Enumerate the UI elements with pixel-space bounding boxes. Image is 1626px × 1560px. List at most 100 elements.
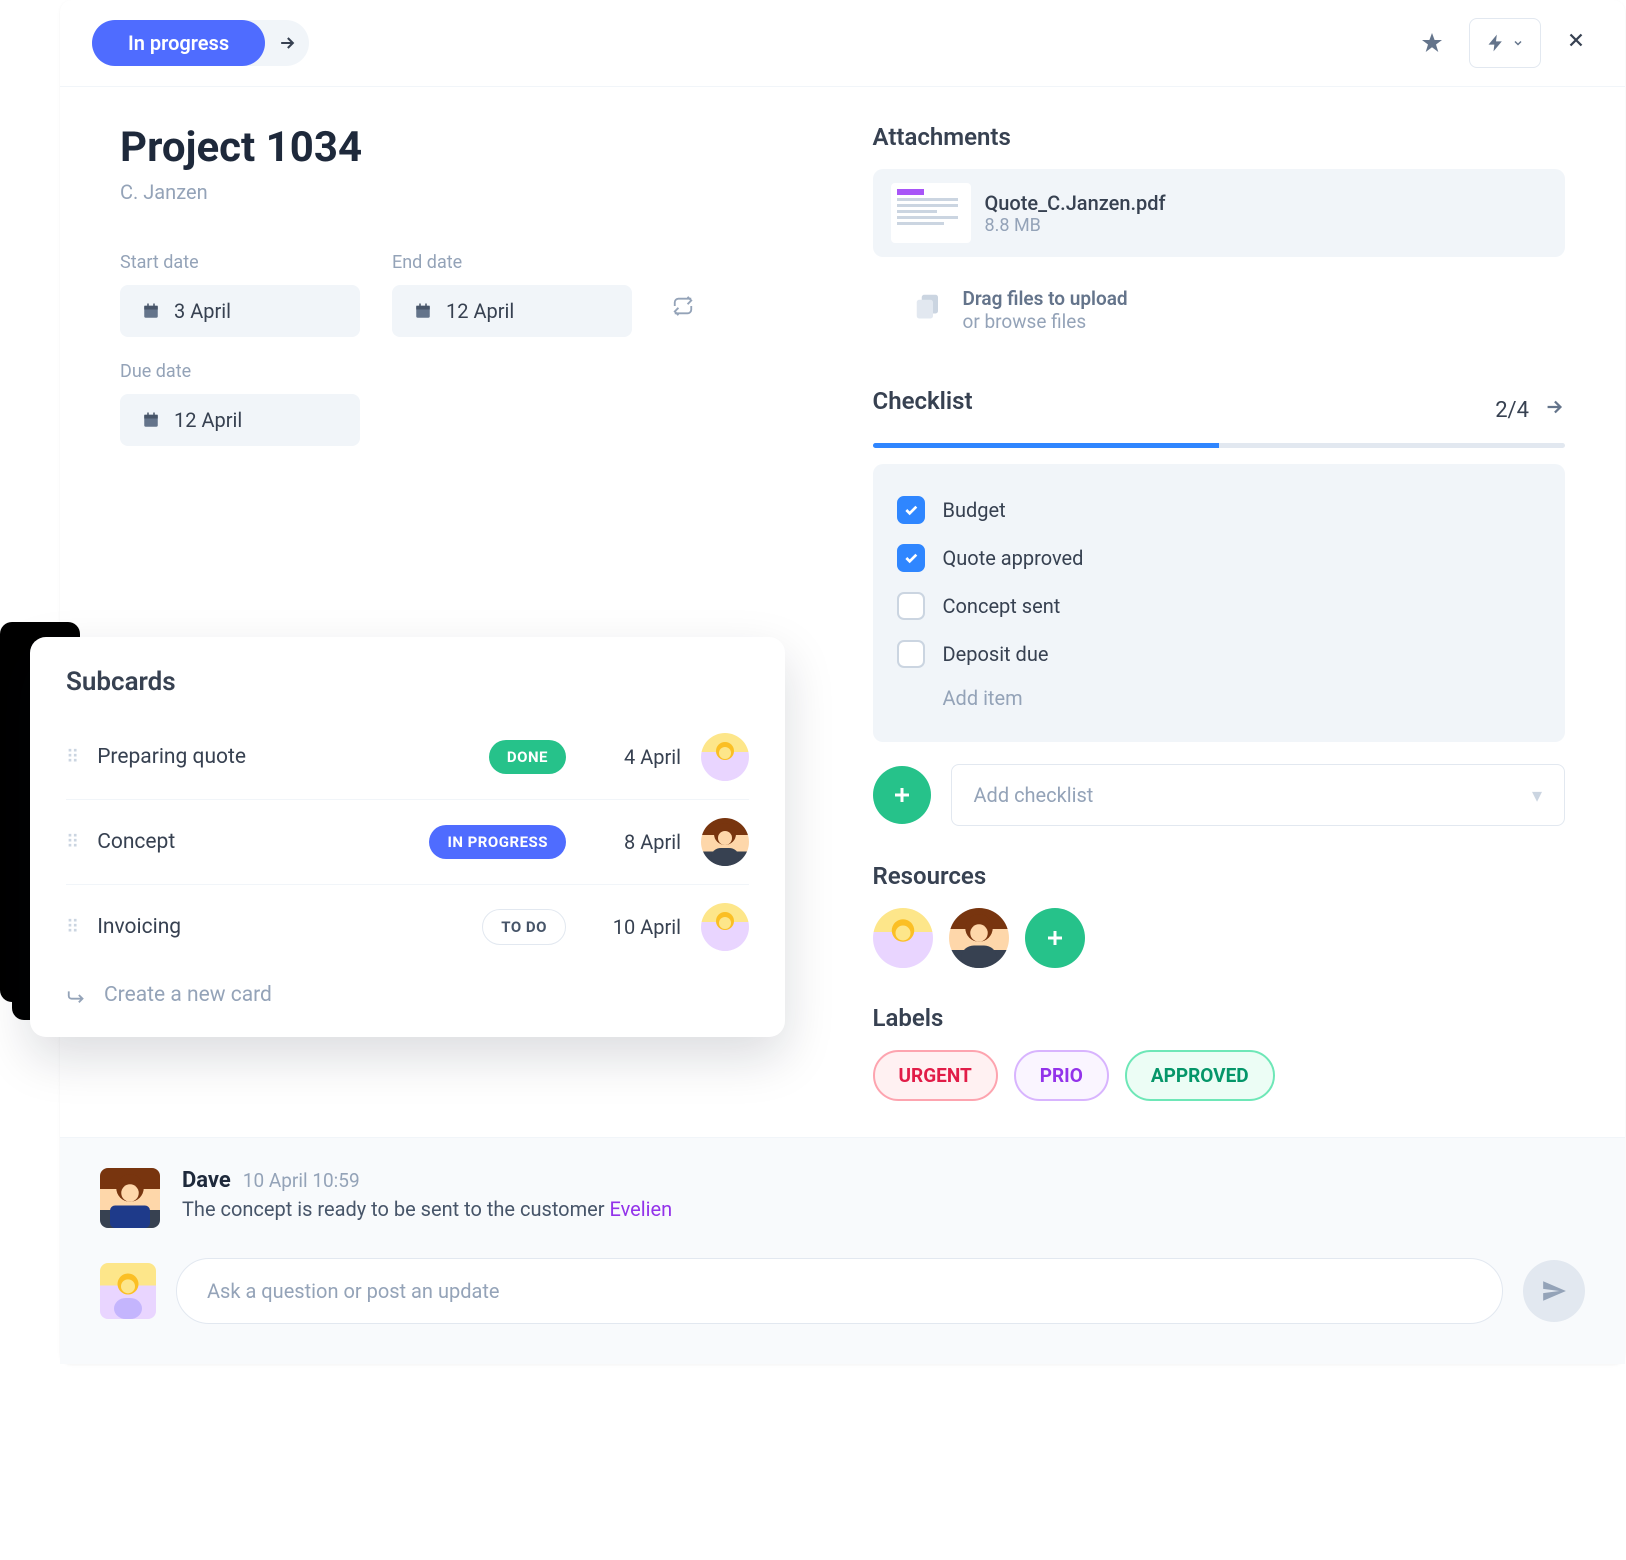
status-group: In progress [92, 20, 309, 66]
chevron-down-icon [1512, 37, 1524, 49]
checkbox[interactable] [897, 496, 925, 524]
label-chip[interactable]: APPROVED [1125, 1050, 1275, 1101]
due-date-label: Due date [120, 361, 783, 382]
comment-item: Dave 10 April 10:59 The concept is ready… [100, 1168, 1585, 1228]
resource-avatar[interactable] [873, 908, 933, 968]
checklist-section: Checklist 2/4 Budget Quote approved Conc… [873, 387, 1566, 826]
arrow-right-icon [1543, 396, 1565, 418]
comment-mention[interactable]: Evelien [609, 1197, 672, 1221]
send-icon [1541, 1278, 1567, 1304]
checklist-item[interactable]: Quote approved [897, 534, 1542, 582]
due-date-input[interactable]: 12 April [120, 394, 360, 446]
checklist-item-label: Concept sent [943, 594, 1061, 618]
status-badge[interactable]: In progress [92, 20, 265, 66]
subcard-date: 10 April [586, 915, 681, 939]
dropzone-line2: or browse files [963, 310, 1128, 333]
checklist-item-label: Deposit due [943, 642, 1049, 666]
checklist-item[interactable]: Budget [897, 486, 1542, 534]
card-header: In progress [60, 0, 1625, 87]
drag-handle-icon[interactable]: ⠿ [66, 747, 77, 768]
checklist-items: Budget Quote approved Concept sent Depos… [873, 464, 1566, 742]
attachment-size: 8.8 MB [985, 215, 1166, 236]
subcard-name: Concept [97, 830, 409, 854]
add-checklist-placeholder: Add checklist [974, 783, 1094, 807]
labels-title: Labels [873, 1004, 1566, 1032]
start-date-label: Start date [120, 252, 360, 273]
plus-icon [890, 783, 914, 807]
favorite-button[interactable] [1413, 24, 1451, 62]
subcards-panel: Subcards ⠿ Preparing quote DONE 4 April … [30, 637, 785, 1037]
drag-handle-icon[interactable]: ⠿ [66, 832, 77, 853]
add-checklist-button[interactable] [873, 766, 931, 824]
subcard-assignee-avatar[interactable] [701, 818, 749, 866]
attachment-thumb [891, 183, 971, 243]
label-chip[interactable]: PRIO [1014, 1050, 1109, 1101]
calendar-icon [414, 302, 432, 320]
create-subcard-button[interactable]: Create a new card [66, 969, 749, 1007]
subcard-date: 8 April [586, 830, 681, 854]
subcard-name: Invoicing [97, 915, 462, 939]
close-icon [1565, 29, 1587, 51]
dropzone-line1: Drag files to upload [963, 287, 1128, 310]
comment-time: 10 April 10:59 [243, 1169, 360, 1192]
project-owner: C. Janzen [120, 180, 783, 204]
subcard-assignee-avatar[interactable] [701, 733, 749, 781]
repeat-button[interactable] [672, 295, 694, 323]
checkbox[interactable] [897, 592, 925, 620]
subcard-row[interactable]: ⠿ Invoicing TO DO 10 April [66, 885, 749, 969]
star-icon [1420, 31, 1444, 55]
chevron-down-icon: ▾ [1532, 783, 1542, 807]
end-date-label: End date [392, 252, 632, 273]
subcard-status-badge: DONE [489, 740, 566, 774]
checklist-progress [873, 443, 1566, 448]
checklist-title: Checklist [873, 387, 973, 415]
labels-section: Labels URGENT PRIO APPROVED [873, 1004, 1566, 1101]
subcard-date: 4 April [586, 745, 681, 769]
checkbox[interactable] [897, 640, 925, 668]
upload-dropzone[interactable]: Drag files to upload or browse files [873, 273, 1566, 347]
comment-author: Dave [182, 1168, 231, 1193]
label-chip[interactable]: URGENT [873, 1050, 998, 1101]
subcard-status-badge: IN PROGRESS [429, 825, 566, 859]
subcard-row[interactable]: ⠿ Concept IN PROGRESS 8 April [66, 800, 749, 885]
repeat-icon [672, 295, 694, 317]
add-resource-button[interactable] [1025, 908, 1085, 968]
plus-icon [1043, 926, 1067, 950]
comments-section: Dave 10 April 10:59 The concept is ready… [60, 1137, 1625, 1364]
checklist-expand-button[interactable] [1543, 396, 1565, 424]
add-checklist-item[interactable]: Add item [897, 678, 1542, 720]
subcard-row[interactable]: ⠿ Preparing quote DONE 4 April [66, 715, 749, 800]
status-next-button[interactable] [265, 21, 309, 65]
calendar-icon [142, 411, 160, 429]
attachments-title: Attachments [873, 123, 1566, 151]
checkbox[interactable] [897, 544, 925, 572]
send-button[interactable] [1523, 1260, 1585, 1322]
subcard-name: Preparing quote [97, 745, 469, 769]
close-button[interactable] [1559, 22, 1593, 64]
checklist-item-label: Budget [943, 498, 1006, 522]
start-date-value: 3 April [174, 299, 231, 323]
comment-avatar [100, 1168, 160, 1228]
checklist-item[interactable]: Deposit due [897, 630, 1542, 678]
resource-avatar[interactable] [949, 908, 1009, 968]
compose-placeholder: Ask a question or post an update [207, 1279, 500, 1303]
project-card: In progress Project 1034 C. Janzen [60, 0, 1625, 1364]
end-date-input[interactable]: 12 April [392, 285, 632, 337]
add-checklist-input[interactable]: Add checklist ▾ [951, 764, 1566, 826]
attachment-item[interactable]: Quote_C.Janzen.pdf 8.8 MB [873, 169, 1566, 257]
compose-input[interactable]: Ask a question or post an update [176, 1258, 1503, 1324]
return-icon [66, 984, 88, 1006]
project-title: Project 1034 [120, 123, 783, 172]
subcard-assignee-avatar[interactable] [701, 903, 749, 951]
drag-handle-icon[interactable]: ⠿ [66, 917, 77, 938]
current-user-avatar [100, 1263, 156, 1319]
copy-icon [913, 291, 943, 329]
subcards-title: Subcards [66, 667, 749, 697]
arrow-right-icon [277, 33, 297, 53]
checklist-item[interactable]: Concept sent [897, 582, 1542, 630]
start-date-input[interactable]: 3 April [120, 285, 360, 337]
subcard-status-badge: TO DO [482, 909, 566, 945]
automation-button[interactable] [1469, 18, 1541, 68]
checklist-count: 2/4 [1495, 398, 1529, 423]
comment-body: The concept is ready to be sent to the c… [182, 1197, 672, 1221]
